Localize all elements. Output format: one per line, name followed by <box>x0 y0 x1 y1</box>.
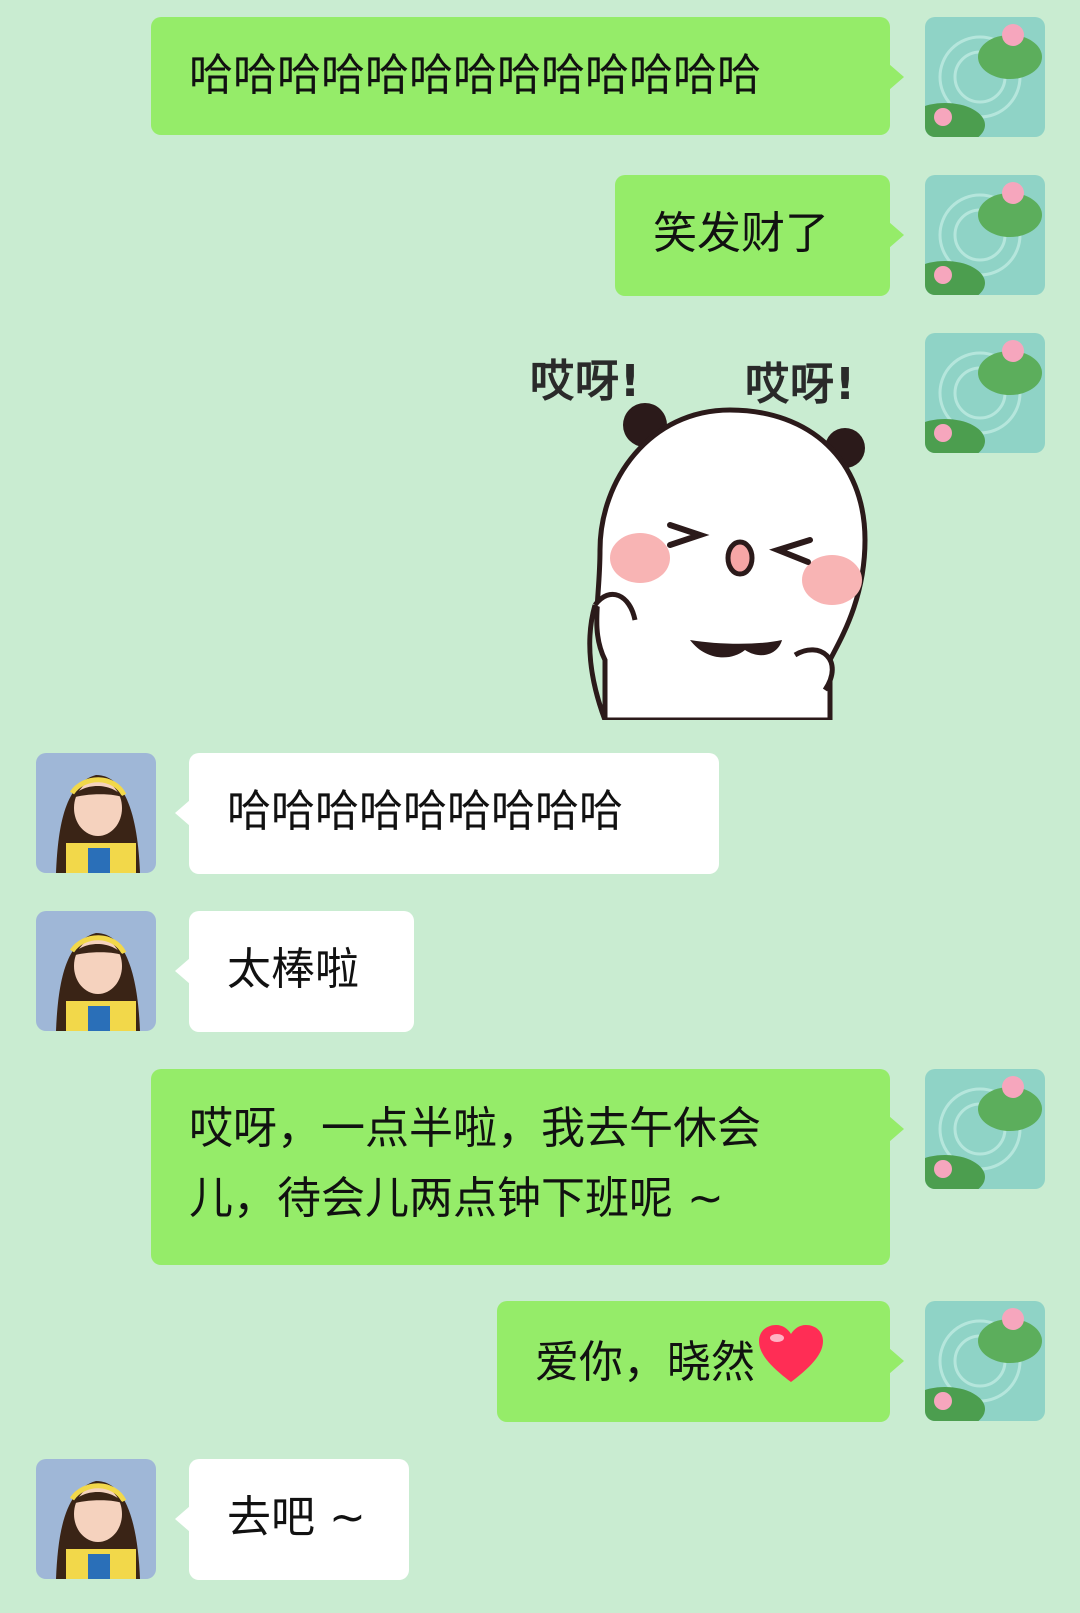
message-bubble[interactable]: 太棒啦 <box>175 911 414 1032</box>
panda-sticker[interactable]: 哎呀! 哎呀! <box>520 340 890 720</box>
my-avatar[interactable] <box>925 175 1045 295</box>
message-bubble[interactable]: 哈哈哈哈哈哈哈哈哈哈哈哈哈 <box>151 17 904 135</box>
heart-icon <box>757 1324 825 1406</box>
message-bubble[interactable]: 哈哈哈哈哈哈哈哈哈 <box>175 753 719 874</box>
message-bubble[interactable]: 哎呀，一点半啦，我去午休会 儿，待会儿两点钟下班呢 ~ <box>151 1069 904 1265</box>
message-bubble[interactable]: 爱你，晓然 <box>497 1301 904 1422</box>
message-text: 爱你，晓然 <box>535 1337 755 1388</box>
contact-avatar[interactable] <box>36 753 156 873</box>
my-avatar[interactable] <box>925 17 1045 137</box>
my-avatar[interactable] <box>925 1301 1045 1421</box>
panda-illustration <box>587 403 868 720</box>
message-bubble[interactable]: 去吧 ~ <box>175 1459 409 1580</box>
message-line: 儿，待会儿两点钟下班呢 ~ <box>189 1173 724 1224</box>
message-bubble[interactable]: 笑发财了 <box>615 175 904 296</box>
contact-avatar[interactable] <box>36 1459 156 1579</box>
my-avatar[interactable] <box>925 333 1045 453</box>
contact-avatar[interactable] <box>36 911 156 1031</box>
my-avatar[interactable] <box>925 1069 1045 1189</box>
message-line: 哎呀，一点半啦，我去午休会 <box>189 1103 761 1154</box>
